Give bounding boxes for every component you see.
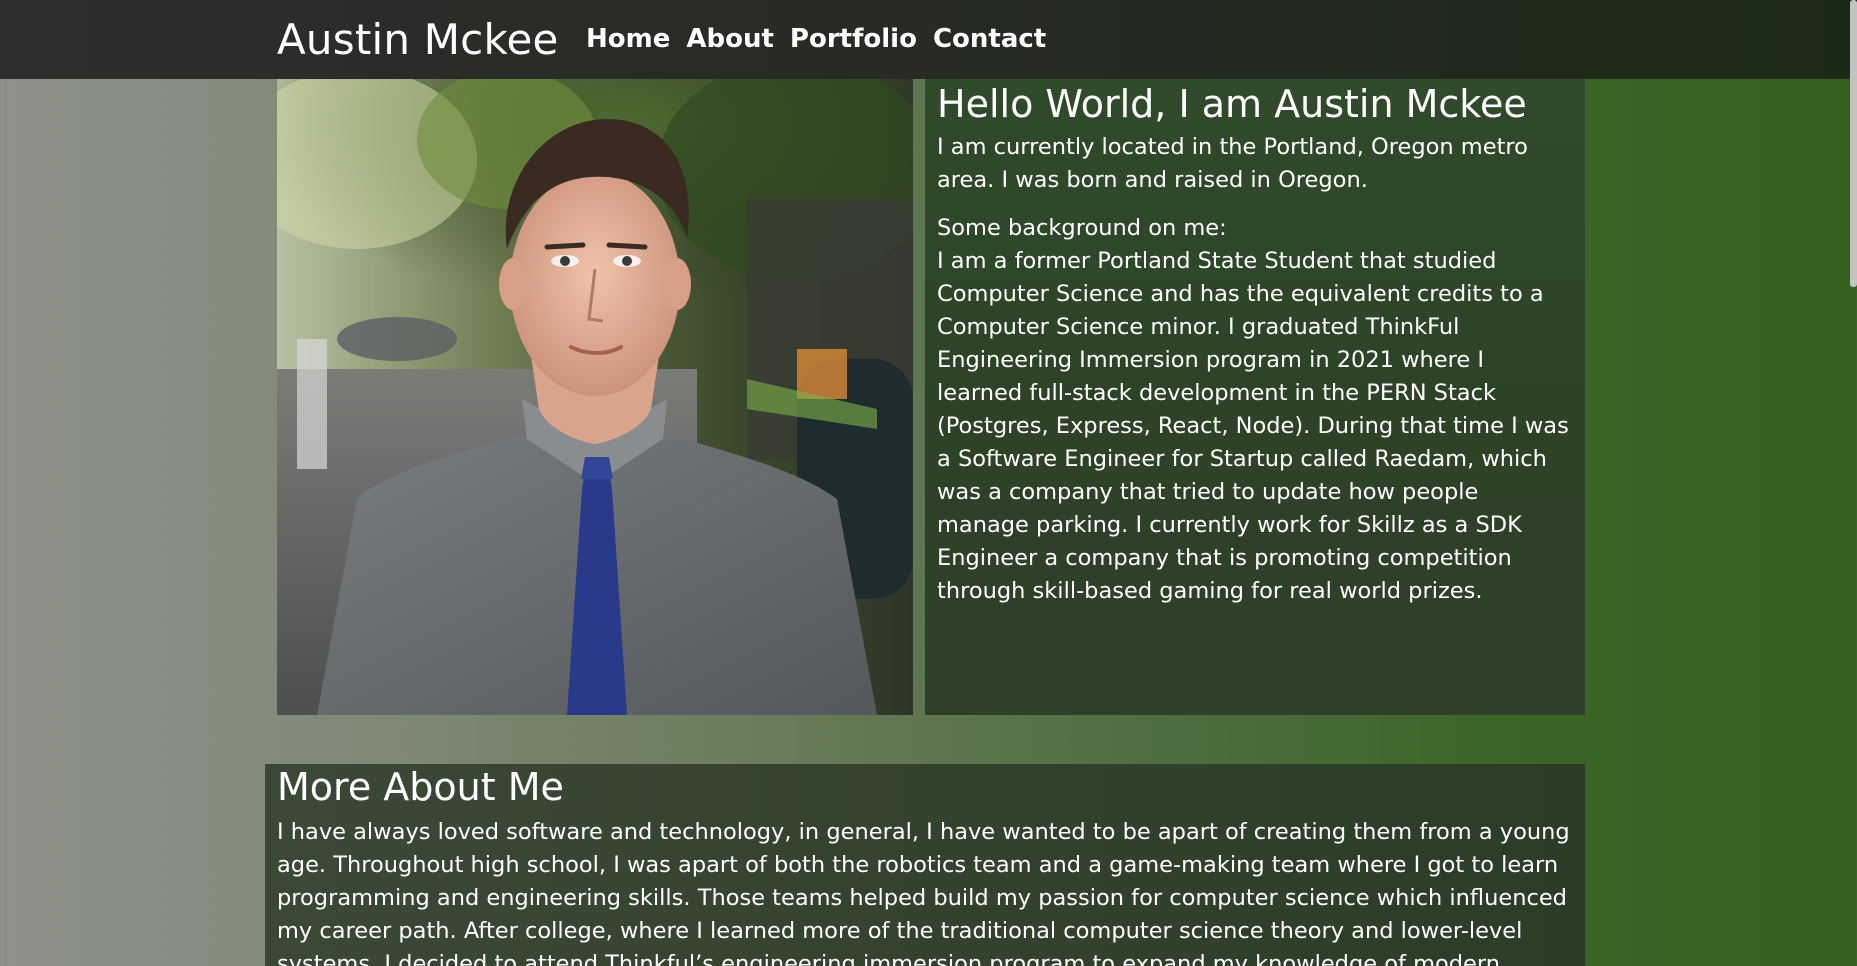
intro-location-text: I am currently located in the Portland, …	[937, 134, 1528, 193]
page-scrollbar[interactable]	[1850, 0, 1857, 966]
nav-contact-link[interactable]: Contact	[933, 24, 1046, 54]
site-brand[interactable]: Austin Mckee	[277, 15, 559, 64]
nav-home-link[interactable]: Home	[586, 24, 670, 54]
intro-panel: Hello World, I am Austin Mckee I am curr…	[925, 79, 1585, 715]
scrollbar-thumb[interactable]	[1850, 0, 1857, 287]
navbar: Austin Mckee Home About Portfolio Contac…	[0, 0, 1857, 79]
more-about-heading: More About Me	[277, 765, 564, 809]
more-about-text: I have always loved software and technol…	[277, 819, 1570, 966]
profile-photo	[277, 79, 913, 715]
more-about-panel: More About Me I have always loved softwa…	[265, 764, 1585, 966]
main-nav: Home About Portfolio Contact	[586, 24, 1046, 54]
nav-about-link[interactable]: About	[686, 24, 774, 54]
nav-portfolio-link[interactable]: Portfolio	[790, 24, 917, 54]
intro-background-text: I am a former Portland State Student tha…	[937, 248, 1569, 604]
intro-heading: Hello World, I am Austin Mckee	[937, 82, 1527, 126]
intro-background-heading: Some background on me:	[937, 215, 1227, 241]
